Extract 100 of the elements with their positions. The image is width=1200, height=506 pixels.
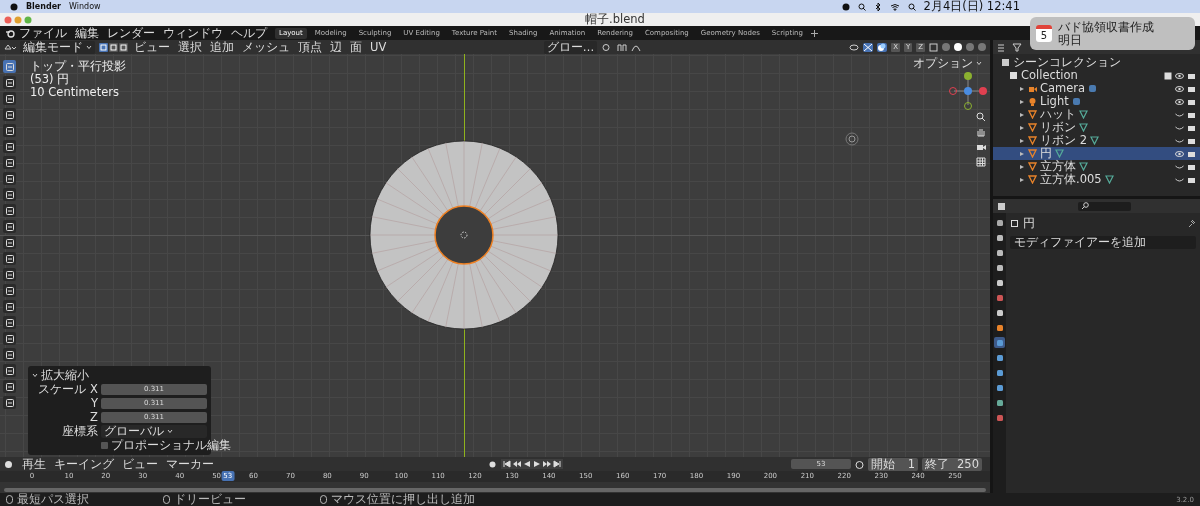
play-icon[interactable] (533, 460, 542, 468)
mesh-data-icon[interactable] (1079, 162, 1088, 171)
jump-start-icon[interactable] (503, 460, 512, 468)
scrollbar[interactable] (4, 488, 986, 492)
hand-icon[interactable] (976, 127, 986, 137)
tool-button[interactable] (3, 108, 16, 121)
properties-tab[interactable] (994, 307, 1005, 318)
snap-icon[interactable] (617, 42, 628, 52)
checkbox-icon[interactable] (1164, 71, 1172, 80)
navigation-gizmo-drawing[interactable] (948, 71, 988, 111)
menu-item[interactable]: レンダー (107, 26, 155, 40)
app-logo-icon[interactable] (5, 28, 15, 38)
menu-bar-clock[interactable]: 2月4日(日) 12:41 (923, 0, 1020, 13)
outliner-row[interactable]: ハット (993, 108, 1200, 121)
properties-tab[interactable] (994, 217, 1005, 228)
tool-button[interactable] (3, 124, 16, 137)
mesh-circle-drawing[interactable] (368, 139, 560, 331)
editor-type-icon[interactable] (4, 42, 16, 52)
menu-item[interactable]: ウィンドウ (163, 26, 223, 40)
select-mode-button[interactable] (109, 42, 118, 52)
properties-tab[interactable] (994, 232, 1005, 243)
properties-tab[interactable] (994, 397, 1005, 408)
pin-icon[interactable] (1187, 219, 1196, 228)
menu-item[interactable]: UV (370, 40, 387, 54)
menu-item[interactable]: 選択 (178, 40, 202, 54)
jump-end-icon[interactable] (553, 460, 562, 468)
tool-button[interactable] (3, 60, 16, 73)
tool-button[interactable] (3, 188, 16, 201)
properties-tab[interactable] (994, 367, 1005, 378)
tool-button[interactable] (3, 92, 16, 105)
tool-button[interactable] (3, 348, 16, 361)
properties-tab[interactable] (994, 262, 1005, 273)
menu-item[interactable]: キーイング (54, 457, 114, 471)
properties-tab[interactable] (994, 277, 1005, 288)
record-icon[interactable] (488, 459, 498, 469)
search-icon[interactable] (857, 2, 866, 11)
eye-icon[interactable] (1175, 71, 1184, 80)
apple-icon[interactable] (10, 2, 18, 11)
checkbox[interactable] (101, 442, 108, 449)
panel-title[interactable]: 拡大縮小 (32, 369, 207, 382)
tool-button[interactable] (3, 396, 16, 409)
gizmo-icon[interactable] (863, 42, 874, 52)
tool-button[interactable] (3, 284, 16, 297)
outliner-row[interactable]: リボン 2 (993, 134, 1200, 147)
tool-button[interactable] (3, 140, 16, 153)
mesh-data-icon[interactable] (1104, 175, 1114, 184)
timeline-track[interactable] (0, 482, 990, 493)
properties-tab[interactable] (994, 352, 1005, 363)
tool-button[interactable] (3, 236, 16, 249)
menu-item[interactable]: Window (69, 2, 101, 11)
options-dropdown[interactable]: オプション (913, 57, 982, 70)
overlay-icon[interactable] (877, 42, 888, 52)
select-mode-button[interactable] (99, 42, 108, 52)
tool-button[interactable] (3, 268, 16, 281)
next-keyframe-icon[interactable] (543, 460, 552, 468)
zoom-icon[interactable] (976, 112, 986, 122)
menu-item[interactable]: 面 (350, 40, 362, 54)
tool-button[interactable] (3, 364, 16, 377)
grid-icon[interactable] (976, 157, 986, 167)
outliner-row[interactable]: 立方体 (993, 160, 1200, 173)
mesh-data-icon[interactable] (1055, 149, 1064, 158)
orientation-dropdown[interactable]: グローバル (101, 425, 207, 438)
eye-icon[interactable] (1175, 149, 1184, 158)
menu-item[interactable]: ファイル (19, 26, 67, 40)
outliner-row[interactable]: リボン (993, 121, 1200, 134)
xray-icon[interactable] (929, 42, 938, 52)
tool-button[interactable] (3, 316, 16, 329)
wifi-icon[interactable] (889, 2, 900, 11)
tool-button[interactable] (3, 76, 16, 89)
properties-tab[interactable] (994, 337, 1005, 348)
tool-button[interactable] (3, 156, 16, 169)
play-reverse-icon[interactable] (523, 460, 532, 468)
tool-button[interactable] (3, 172, 16, 185)
search-icon[interactable] (907, 2, 916, 11)
eye-icon[interactable] (1175, 84, 1184, 93)
camera-icon[interactable] (976, 142, 986, 152)
previous-keyframe-icon[interactable] (513, 460, 522, 468)
stopwatch-icon[interactable] (855, 459, 865, 469)
menu-item[interactable]: 再生 (22, 457, 46, 471)
menu-item[interactable]: メッシュ (242, 40, 290, 54)
orientation-dropdown[interactable]: グロー… (543, 40, 598, 54)
menu-item[interactable]: ビュー (134, 40, 170, 54)
add-modifier-dropdown[interactable]: モディファイアーを追加 (1010, 236, 1196, 249)
mode-dropdown[interactable]: 編集モード (20, 40, 95, 54)
outliner-row[interactable]: 立方体.005 (993, 173, 1200, 186)
outliner-item[interactable]: シーンコレクション (1013, 56, 1121, 69)
menu-item[interactable]: 編集 (75, 26, 99, 40)
end-frame-field[interactable]: 終了 250 (922, 457, 982, 471)
outliner-row[interactable]: Light (993, 95, 1200, 108)
properties-tab[interactable] (994, 247, 1005, 258)
add-icon[interactable] (811, 29, 818, 37)
outliner-row[interactable]: 円 (993, 147, 1200, 160)
tool-button[interactable] (3, 380, 16, 393)
start-frame-field[interactable]: 開始 1 (868, 457, 919, 471)
tool-button[interactable] (3, 204, 16, 217)
select-mode-button[interactable] (119, 42, 128, 52)
shading-mode-button[interactable] (954, 43, 962, 51)
visibility-icon[interactable] (849, 42, 860, 52)
menu-item[interactable]: ヘルプ (231, 26, 267, 40)
menu-item[interactable]: 辺 (330, 40, 342, 54)
